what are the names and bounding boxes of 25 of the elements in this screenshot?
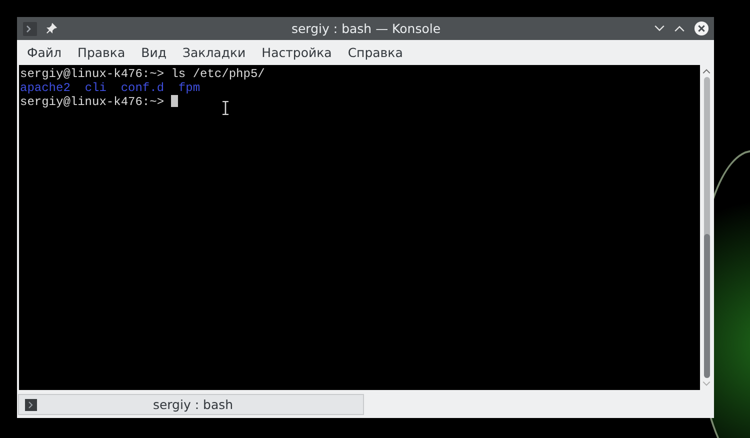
terminal-icon[interactable] — [23, 22, 37, 36]
pin-icon[interactable] — [46, 23, 57, 34]
terminal-prompt: sergiy@linux-k476:~> — [20, 95, 164, 109]
menu-item[interactable]: Файл — [27, 45, 62, 60]
tab[interactable]: sergiy : bash — [18, 394, 364, 415]
scroll-up-icon[interactable] — [702, 69, 711, 74]
window-title: sergiy : bash — Konsole — [290, 21, 442, 36]
scrollbar-thumb[interactable] — [704, 234, 710, 378]
close-icon[interactable] — [694, 21, 709, 36]
terminal-area[interactable]: sergiy@linux-k476:~> ls /etc/php5/ apache2 cli conf.d fpm sergiy@linux-k476:~> — [19, 65, 700, 390]
directory-name: cli — [84, 81, 106, 95]
minimize-icon[interactable] — [654, 25, 665, 32]
menu-item[interactable]: Правка — [78, 45, 126, 60]
menu-item[interactable]: Закладки — [182, 45, 246, 60]
text-cursor — [171, 95, 178, 107]
terminal-icon — [25, 398, 37, 410]
menu-item[interactable]: Вид — [141, 45, 166, 60]
directory-name: apache2 — [20, 81, 70, 95]
menu-item[interactable]: Настройка — [262, 45, 332, 60]
maximize-icon[interactable] — [674, 25, 685, 32]
directory-name: conf.d — [120, 81, 164, 95]
terminal-line: sergiy@linux-k476:~> ls /etc/php5/ — [20, 67, 265, 81]
ibeam-cursor-icon — [222, 101, 229, 115]
directory-name: fpm — [178, 81, 200, 95]
menu-item[interactable]: Справка — [348, 45, 403, 60]
